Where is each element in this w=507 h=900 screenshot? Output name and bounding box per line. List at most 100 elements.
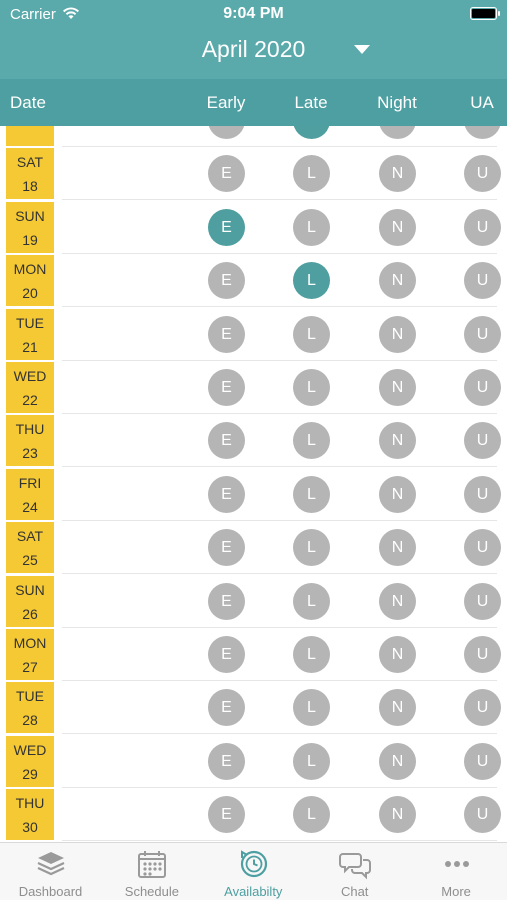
shift-toggle-late[interactable]: L (293, 208, 330, 246)
shift-toggle-night[interactable]: N (379, 155, 416, 193)
shift-toggle-night[interactable]: N (379, 475, 416, 513)
shift-toggle-night[interactable]: N (379, 529, 416, 567)
shift-toggle-early[interactable]: E (208, 155, 245, 193)
shift-toggle-ua[interactable]: U (464, 475, 501, 513)
shift-toggle-late[interactable]: L (293, 262, 330, 300)
shift-toggle-ua[interactable]: U (464, 689, 501, 727)
shift-toggle-night[interactable]: N (379, 422, 416, 460)
shift-toggle-night[interactable]: N (379, 126, 416, 139)
day-number: 30 (22, 819, 38, 836)
tab-more[interactable]: More (406, 843, 507, 900)
weekday-label: THU (15, 795, 45, 812)
column-early: Early (206, 93, 246, 112)
shift-toggle-night[interactable]: N (379, 262, 416, 300)
shift-toggle-night[interactable]: N (379, 208, 416, 246)
shift-toggle-early[interactable]: E (208, 315, 245, 353)
shift-toggle-late[interactable]: L (293, 582, 330, 620)
date-row: MON 20 E L N U (0, 254, 507, 308)
shift-toggle-early[interactable]: E (208, 742, 245, 780)
shift-toggle-early[interactable]: E (208, 126, 245, 139)
shift-toggle-early[interactable]: E (208, 582, 245, 620)
shift-toggle-early[interactable]: E (208, 262, 245, 300)
shift-toggle-late[interactable]: L (293, 529, 330, 567)
tab-bar: Dashboard Schedule Availabilty Chat More (0, 842, 507, 900)
date-badge: MON 20 (6, 255, 54, 307)
shift-toggle-ua[interactable]: U (464, 369, 501, 406)
weekday-label: TUE (16, 688, 44, 705)
shift-toggle-ua[interactable]: U (464, 422, 501, 460)
shift-toggle-late[interactable]: L (293, 689, 330, 727)
date-row: FRI 24 E L N U (0, 468, 507, 521)
shift-toggle-late[interactable]: L (293, 155, 330, 193)
weekday-label: WED (13, 368, 47, 384)
tab-label: Availabilty (224, 884, 283, 899)
date-badge: 17 (6, 126, 54, 146)
shift-toggle-late[interactable]: L (293, 422, 330, 460)
date-badge: THU 30 (6, 789, 54, 841)
column-header-row: Date Early Late Night UA (0, 79, 507, 126)
shift-toggle-ua[interactable]: U (464, 262, 501, 300)
shift-toggle-ua[interactable]: U (464, 636, 501, 673)
shift-toggle-early[interactable]: E (208, 208, 245, 246)
shift-toggle-ua[interactable]: U (464, 155, 501, 193)
shift-toggle-late[interactable]: L (293, 315, 330, 353)
shift-toggle-night[interactable]: N (379, 582, 416, 620)
calendar-icon (138, 851, 167, 878)
status-time: 9:04 PM (223, 5, 284, 22)
shift-toggle-early[interactable]: E (208, 475, 245, 513)
shift-toggle-ua[interactable]: U (464, 796, 501, 834)
date-badge: WED 29 (6, 735, 54, 787)
day-number: 25 (22, 552, 38, 569)
date-row: SAT 18 E L N U (0, 147, 507, 201)
shift-toggle-ua[interactable]: U (464, 126, 501, 139)
date-row: MON 27 E L N U (0, 628, 507, 681)
date-row: SUN 19 E L N U (0, 201, 507, 254)
shift-toggle-late[interactable]: L (293, 742, 330, 780)
date-row: WED 29 E L N U (0, 735, 507, 788)
shift-toggle-early[interactable]: E (208, 422, 245, 460)
shift-toggle-late[interactable]: L (293, 475, 330, 513)
weekday-label: MON (13, 635, 47, 651)
date-badge: TUE 21 (6, 308, 54, 360)
date-row: SAT 25 E L N U (0, 521, 507, 575)
tab-schedule[interactable]: Schedule (101, 843, 202, 900)
shift-toggle-ua[interactable]: U (464, 742, 501, 780)
caret-down-icon[interactable] (354, 45, 370, 54)
day-number: 29 (22, 765, 38, 782)
shift-toggle-night[interactable]: N (379, 689, 416, 727)
shift-toggle-ua[interactable]: U (464, 582, 501, 620)
tab-chat[interactable]: Chat (304, 843, 405, 900)
day-number: 23 (22, 445, 38, 462)
shift-toggle-night[interactable]: N (379, 369, 416, 406)
tab-availabilty[interactable]: Availabilty (203, 843, 304, 900)
date-badge: WED 22 (6, 362, 54, 413)
date-row: WED 22 E L N U (0, 361, 507, 414)
layers-icon (37, 852, 65, 876)
shift-toggle-early[interactable]: E (208, 689, 245, 727)
shift-toggle-late[interactable]: L (293, 636, 330, 673)
shift-toggle-late[interactable]: L (293, 796, 330, 834)
shift-toggle-early[interactable]: E (208, 636, 245, 673)
more-dots-icon (444, 861, 469, 867)
shift-toggle-night[interactable]: N (379, 742, 416, 780)
shift-toggle-late[interactable]: L (293, 369, 330, 406)
shift-toggle-ua[interactable]: U (464, 208, 501, 246)
shift-toggle-ua[interactable]: U (464, 529, 501, 567)
day-number: 22 (22, 392, 38, 408)
shift-toggle-night[interactable]: N (379, 796, 416, 834)
month-title[interactable]: April 2020 (0, 36, 507, 63)
availability-list[interactable]: 17 E L N U SAT 18 E L N U SUN 19 E L N U MON 20 E L N U TUE 21 E L… (0, 126, 507, 842)
shift-toggle-late[interactable]: L (293, 126, 330, 139)
battery-icon (470, 7, 500, 20)
column-ua: UA (470, 93, 494, 112)
tab-dashboard[interactable]: Dashboard (0, 843, 101, 900)
shift-toggle-early[interactable]: E (208, 796, 245, 834)
weekday-label: MON (13, 261, 47, 278)
shift-toggle-night[interactable]: N (379, 315, 416, 353)
shift-toggle-early[interactable]: E (208, 529, 245, 567)
shift-toggle-ua[interactable]: U (464, 315, 501, 353)
top-bar: Carrier 9:04 PM April 2020 (0, 0, 507, 79)
shift-toggle-early[interactable]: E (208, 369, 245, 406)
tab-label: More (441, 884, 471, 899)
shift-toggle-night[interactable]: N (379, 636, 416, 673)
